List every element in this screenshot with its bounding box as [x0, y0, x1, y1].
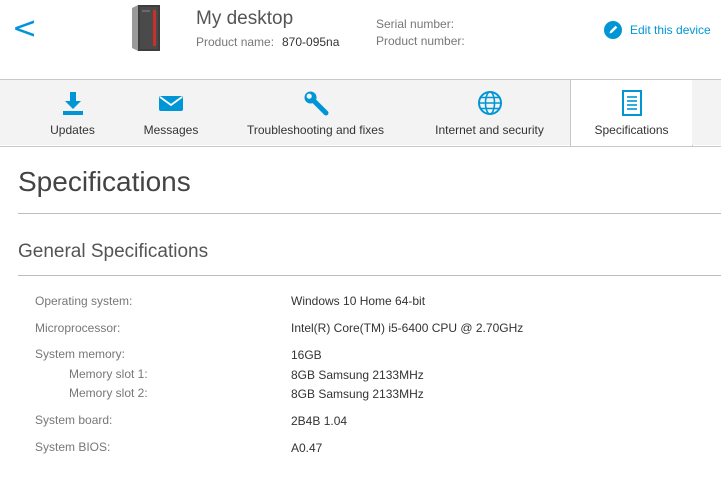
desktop-tower-image — [132, 5, 160, 51]
wrench-icon — [304, 91, 328, 116]
chevron-left-icon: < — [12, 11, 38, 46]
spec-label-memory-slot-1: Memory slot 1: — [69, 367, 148, 381]
spec-label-system-board: System board: — [35, 413, 113, 427]
envelope-icon — [159, 96, 183, 111]
tab-label: Internet and security — [435, 123, 544, 137]
section-divider — [18, 275, 721, 276]
spec-value-processor: Intel(R) Core(TM) i5-6400 CPU @ 2.70GHz — [291, 321, 524, 335]
tab-label: Updates — [50, 123, 95, 137]
page-title: Specifications — [18, 166, 191, 197]
spec-label-memory: System memory: — [35, 347, 126, 361]
device-tab-bar: Updates Messages Troubleshooting and fix… — [0, 79, 721, 147]
tab-label: Specifications — [594, 123, 669, 137]
globe-icon — [477, 91, 502, 115]
product-number-label: Product number: — [376, 34, 465, 48]
edit-device-link[interactable]: Edit this device — [604, 21, 711, 39]
tab-label: Messages — [143, 123, 199, 137]
tab-troubleshooting[interactable]: Troubleshooting and fixes — [222, 79, 410, 145]
spec-value-memory-slot-2: 8GB Samsung 2133MHz — [291, 387, 424, 401]
device-header: < My desktop Product name: 870-095na Ser… — [0, 0, 721, 80]
spec-label-os: Operating system: — [35, 294, 133, 308]
back-button[interactable]: < — [12, 14, 40, 46]
tab-internet-security[interactable]: Internet and security — [409, 79, 571, 145]
download-icon — [62, 92, 83, 115]
device-name: My desktop — [196, 8, 294, 29]
tab-updates[interactable]: Updates — [25, 79, 121, 145]
spec-value-system-board: 2B4B 1.04 — [291, 414, 348, 428]
document-icon — [621, 90, 642, 116]
tab-previous-partial[interactable] — [0, 79, 26, 145]
tab-label: Troubleshooting and fixes — [247, 123, 384, 137]
tab-next-partial[interactable] — [692, 79, 721, 145]
section-title: General Specifications — [18, 241, 209, 262]
spec-value-memory: 16GB — [291, 348, 322, 362]
edit-device-label: Edit this device — [630, 23, 711, 37]
spec-value-bios: A0.47 — [291, 441, 323, 455]
title-divider — [18, 213, 721, 214]
spec-label-processor: Microprocessor: — [35, 321, 121, 335]
serial-number-label: Serial number: — [376, 17, 455, 31]
spec-label-bios: System BIOS: — [35, 440, 111, 454]
product-name-label: Product name: — [196, 35, 275, 49]
pencil-icon — [604, 21, 622, 39]
spec-label-memory-slot-2: Memory slot 2: — [69, 386, 148, 400]
tab-specifications[interactable]: Specifications — [570, 79, 693, 146]
product-name-value: 870-095na — [282, 35, 340, 49]
spec-value-memory-slot-1: 8GB Samsung 2133MHz — [291, 368, 424, 382]
spec-value-os: Windows 10 Home 64-bit — [291, 294, 426, 308]
tab-messages[interactable]: Messages — [120, 79, 223, 145]
